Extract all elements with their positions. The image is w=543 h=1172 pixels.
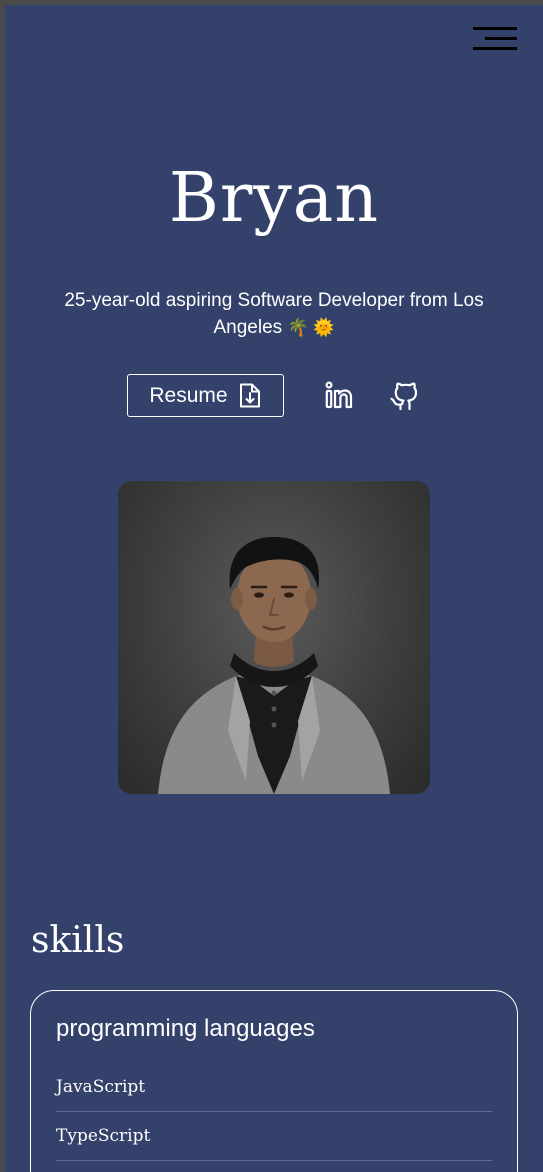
hero-tagline: 25-year-old aspiring Software Developer … [35,287,513,341]
resume-button-label: Resume [149,383,228,407]
skills-card-programming-languages: programming languages JavaScript TypeScr… [30,990,518,1172]
profile-photo [118,481,430,794]
skill-item: JavaScript [56,1063,492,1112]
resume-button[interactable]: Resume [127,374,284,417]
tagline-emojis: 🌴 🌞 [287,318,335,337]
skills-section-title: skills [31,920,125,961]
skill-item: TypeScript [56,1112,492,1161]
menu-bar [473,47,517,50]
skills-card-title: programming languages [56,1015,315,1042]
file-download-icon [239,383,260,408]
page: Bryan 25-year-old aspiring Software Deve… [5,5,543,1172]
menu-bar [485,37,517,40]
hamburger-menu-icon[interactable] [469,27,517,61]
hero-name: Bryan [168,159,380,238]
skills-list: JavaScript TypeScript [56,1063,492,1161]
github-icon[interactable] [389,380,421,412]
linkedin-icon[interactable] [323,380,355,412]
tagline-text: 25-year-old aspiring Software Developer … [64,290,484,338]
portrait-image [158,537,390,794]
menu-bar [473,27,517,30]
hero-actions: Resume [127,374,427,419]
